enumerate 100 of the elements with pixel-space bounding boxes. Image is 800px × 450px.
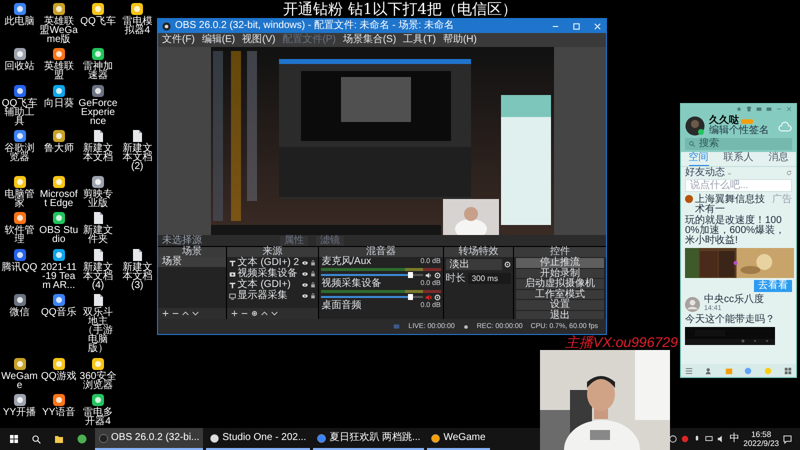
- remove-icon[interactable]: [172, 310, 179, 317]
- down-icon[interactable]: [270, 310, 278, 317]
- app-icon[interactable]: [52, 47, 66, 62]
- icon-label[interactable]: 双乐斗地主（手游电脑版）: [78, 308, 118, 354]
- transition-dropdown[interactable]: 淡出: [446, 259, 502, 270]
- shirt-icon[interactable]: [746, 106, 752, 112]
- icon-label[interactable]: 谷歌浏览器: [0, 144, 39, 162]
- start-icon[interactable]: [9, 434, 19, 444]
- contacts-icon[interactable]: [704, 366, 713, 374]
- app-icon[interactable]: [12, 356, 26, 370]
- icon-label[interactable]: 雷电多开器4: [78, 408, 118, 426]
- app-icon[interactable]: [52, 129, 66, 144]
- taskbar-button[interactable]: OBS 26.0.2 (32-bi...: [95, 428, 204, 450]
- network-icon[interactable]: [705, 435, 714, 443]
- icon-label[interactable]: YY开播: [0, 408, 39, 417]
- menu-item[interactable]: 场景集合(S): [342, 35, 396, 45]
- search-field[interactable]: 搜索: [685, 138, 792, 150]
- feed-filter[interactable]: 好友动态: [685, 168, 725, 178]
- icon-label[interactable]: YY语音: [39, 408, 78, 417]
- slider-thumb[interactable]: [408, 272, 413, 278]
- signature[interactable]: 编辑个性签名: [709, 126, 774, 136]
- gear-icon[interactable]: [434, 294, 441, 300]
- gear-icon[interactable]: [250, 310, 258, 317]
- speaker-icon[interactable]: [424, 272, 432, 278]
- app-icon[interactable]: [52, 174, 66, 189]
- app-icon[interactable]: [52, 356, 66, 370]
- icon-label[interactable]: 新建文件夹: [78, 226, 118, 244]
- taskbar-button[interactable]: Studio One - 202...: [206, 428, 310, 450]
- app-icon[interactable]: [91, 174, 105, 189]
- taskbar-button[interactable]: 夏日狂欢趴 两档跳...: [313, 428, 424, 450]
- icon-label[interactable]: 剪映专业版: [78, 190, 118, 208]
- control-button[interactable]: 开始录制: [516, 268, 604, 278]
- document-icon[interactable]: [91, 129, 105, 144]
- lock-icon[interactable]: [310, 260, 316, 266]
- close-icon[interactable]: [786, 106, 792, 112]
- menu-item[interactable]: 文件(F): [162, 35, 195, 45]
- input-method[interactable]: 中: [729, 434, 740, 444]
- taskbar-button[interactable]: WeGame: [427, 428, 490, 450]
- icon-label[interactable]: 2021-11-19 Team AR...: [39, 262, 78, 290]
- add-icon[interactable]: [162, 310, 169, 317]
- icon-label[interactable]: QQ飞车辅助工具: [0, 98, 39, 126]
- app-icon[interactable]: [130, 2, 144, 16]
- app-icon[interactable]: [52, 211, 66, 226]
- up-icon[interactable]: [260, 310, 268, 317]
- post-author[interactable]: 中央cc乐八度: [704, 295, 764, 305]
- menu-item[interactable]: 编辑(E): [202, 35, 236, 45]
- control-button[interactable]: 设置: [516, 300, 604, 310]
- add-icon[interactable]: [230, 310, 238, 317]
- control-button[interactable]: 停止推流: [516, 258, 604, 268]
- menu-item[interactable]: 视图(V): [242, 35, 276, 45]
- icon-label[interactable]: 鲁大师: [39, 144, 78, 154]
- source-item[interactable]: 视频采集设备: [238, 269, 300, 279]
- app-icon[interactable]: [91, 2, 105, 16]
- app-icon[interactable]: [91, 392, 105, 407]
- down-icon[interactable]: [192, 310, 199, 317]
- up-icon[interactable]: [182, 310, 189, 317]
- gear-icon[interactable]: [504, 261, 512, 268]
- app-icon[interactable]: [91, 47, 105, 62]
- icon-label[interactable]: 微信: [0, 308, 39, 318]
- icon-label[interactable]: 英雄联盟: [39, 62, 78, 80]
- icon-label[interactable]: 新建文本文档 (4): [78, 262, 118, 290]
- document-icon[interactable]: [91, 211, 105, 226]
- app-icon[interactable]: [77, 434, 87, 444]
- lock-icon[interactable]: [310, 282, 316, 288]
- control-button[interactable]: 启动虚拟摄像机: [516, 279, 604, 288]
- notification-icon[interactable]: [783, 434, 792, 444]
- app-icon[interactable]: [52, 84, 66, 98]
- app-icon[interactable]: [12, 47, 26, 62]
- icon-label[interactable]: 软件管理: [0, 226, 39, 244]
- document-icon[interactable]: [91, 293, 105, 308]
- clock-time[interactable]: 16:58: [751, 430, 772, 439]
- app-icon[interactable]: [12, 2, 26, 16]
- menu-icon[interactable]: [685, 366, 693, 374]
- icon-label[interactable]: OBS Studio: [39, 226, 78, 244]
- icon-label[interactable]: 英雄联盟WeGame版: [39, 17, 78, 44]
- folder-icon[interactable]: [54, 434, 64, 444]
- refresh-icon[interactable]: [786, 170, 792, 176]
- eye-icon[interactable]: [302, 260, 308, 266]
- tab[interactable]: 消息: [768, 153, 788, 165]
- control-button[interactable]: 工作室模式: [516, 290, 604, 299]
- app-icon[interactable]: [12, 129, 26, 144]
- app-icon[interactable]: [52, 2, 66, 16]
- search-icon[interactable]: [32, 434, 41, 444]
- source-item[interactable]: 文本 (GDI+) 2: [238, 258, 300, 268]
- slider-thumb[interactable]: [408, 294, 413, 300]
- icon-label[interactable]: 此电脑: [0, 17, 39, 26]
- document-icon[interactable]: [130, 129, 144, 144]
- app-icon[interactable]: [12, 84, 26, 98]
- app-icon[interactable]: [12, 248, 26, 262]
- avatar[interactable]: [685, 116, 705, 136]
- document-icon[interactable]: [91, 248, 105, 262]
- source-item[interactable]: 显示器采集: [238, 291, 300, 301]
- icon-label[interactable]: Microsoft Edge: [39, 190, 78, 208]
- icon-label[interactable]: 新建文本文档 (2): [118, 144, 157, 172]
- lock-icon[interactable]: [310, 293, 316, 299]
- remove-icon[interactable]: [240, 310, 248, 317]
- icon-label[interactable]: 电脑管家: [0, 190, 39, 208]
- icon-label[interactable]: 新建文本文档: [78, 144, 118, 162]
- document-icon[interactable]: [130, 248, 144, 262]
- source-item[interactable]: 文本 (GDI+): [238, 280, 300, 290]
